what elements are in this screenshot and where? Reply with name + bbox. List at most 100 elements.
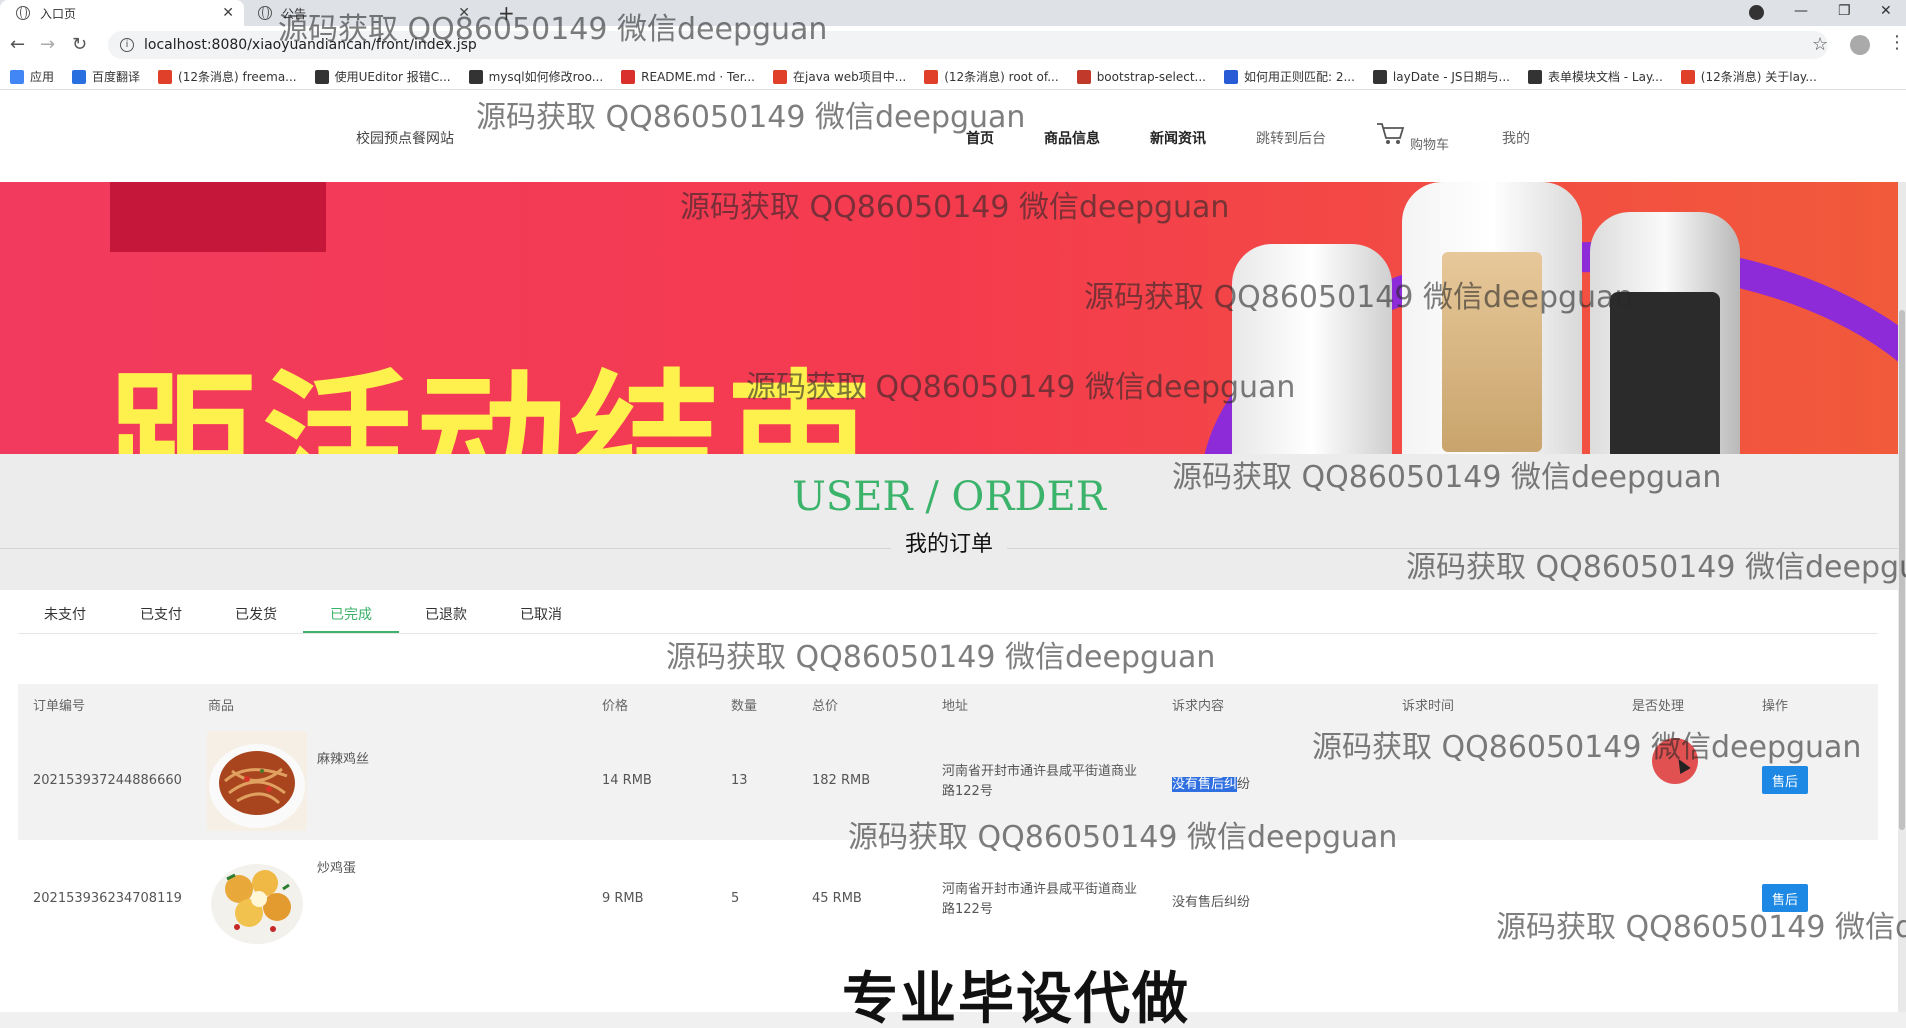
nav-backend[interactable]: 跳转到后台 [1256,128,1326,148]
new-tab-icon[interactable]: + [498,1,515,25]
reload-icon[interactable]: ↻ [72,34,87,55]
bookmark-item[interactable]: (12条消息) root of... [924,68,1059,85]
back-icon[interactable]: ← [10,34,25,55]
address-bar-row: ← → ↻ i localhost:8080/xiaoyuandiancan/f… [0,26,1906,64]
nav-cart[interactable]: 购物车 [1410,134,1449,153]
bookmark-label: (12条消息) root of... [944,70,1059,84]
bookmark-label: 在java web项目中... [793,70,907,84]
section-header: USER / ORDER 我的订单 [0,454,1898,590]
section-title-zh: 我的订单 [0,526,1898,558]
url-input[interactable]: i localhost:8080/xiaoyuandiancan/front/i… [108,31,1828,59]
col-qty: 数量 [731,699,758,714]
nav-news[interactable]: 新闻资讯 [1150,128,1206,148]
bookmark-item[interactable]: 在java web项目中... [773,68,906,85]
bookmark-item[interactable]: (12条消息) 关于lay... [1680,68,1817,85]
nav-mine[interactable]: 我的 [1502,128,1530,148]
banner-ribbon [110,182,326,252]
bookmark-favicon-icon [1076,69,1091,84]
cart-icon[interactable] [1376,122,1406,146]
browser-tab-active[interactable]: 入口页 ✕ [0,0,244,26]
order-no: 202153937244886660 [33,773,182,788]
globe-icon [258,6,272,20]
browser-tab-inactive[interactable]: 公告 ✕ [250,0,480,26]
bookmark-item[interactable]: 应用 [10,68,54,85]
forward-icon[interactable]: → [40,34,55,55]
bookmark-star-icon[interactable]: ☆ [1812,34,1828,55]
bookmark-item[interactable]: README.md · Ter... [621,69,755,84]
after-sales-button[interactable]: 售后 [1762,766,1808,794]
tab-cancelled[interactable]: 已取消 [520,604,562,624]
bookmark-item[interactable]: (12条消息) freema... [158,68,297,85]
tab-completed[interactable]: 已完成 [330,604,372,624]
selected-text: 没有售后纠 [1172,777,1238,792]
tab-paid[interactable]: 已支付 [140,604,182,624]
bookmark-favicon-icon [1680,69,1695,84]
appliance-image [1232,244,1392,454]
bookmark-favicon-icon [773,69,787,84]
table-row: 202153936234708119 炒鸡蛋 9 RMB 5 45 RMB 河南… [18,840,1878,958]
bookmark-item[interactable]: 使用UEditor 报错C... [314,68,451,85]
product-image[interactable] [207,849,307,949]
bookmark-item[interactable]: bootstrap-select... [1076,69,1206,84]
nav-products[interactable]: 商品信息 [1044,128,1100,148]
bookmark-label: (12条消息) 关于lay... [1700,70,1817,84]
appeal-content: 没有售后纠纷 [1172,777,1251,792]
bookmark-favicon-icon [10,69,24,84]
avatar[interactable] [1850,35,1870,55]
bookmark-item[interactable]: layDate - JS日期与... [1372,68,1510,85]
tab-refunded[interactable]: 已退款 [425,604,467,624]
product-image[interactable] [207,731,307,831]
col-product: 商品 [208,699,235,714]
bookmark-favicon-icon [924,69,939,84]
site-header: 校园预点餐网站 首页 商品信息 新闻资讯 跳转到后台 购物车 我的 [0,90,1906,182]
bookmark-label: 应用 [30,70,55,84]
col-appeal-time: 诉求时间 [1402,699,1455,714]
scrollbar-thumb[interactable] [1899,310,1905,830]
tab-unpaid[interactable]: 未支付 [44,604,86,624]
more-menu-icon[interactable]: ⋮ [1888,32,1906,53]
total: 45 RMB [812,891,862,906]
close-tab-icon[interactable]: ✕ [458,5,470,21]
promo-banner[interactable]: 距活动结束 [0,182,1898,454]
bookmark-item[interactable]: 百度翻译 [72,68,140,85]
bookmark-item[interactable]: mysql如何修改roo... [468,68,604,85]
site-logo-text[interactable]: 校园预点餐网站 [356,128,454,148]
restore-icon[interactable]: ❐ [1838,3,1851,19]
after-sales-button[interactable]: 售后 [1762,884,1808,912]
bookmark-label: bootstrap-select... [1096,69,1206,84]
close-window-icon[interactable]: ✕ [1880,3,1892,19]
col-action: 操作 [1762,699,1789,714]
bookmark-favicon-icon [468,69,483,84]
close-tab-icon[interactable]: ✕ [222,5,234,21]
col-address: 地址 [942,699,969,714]
promo-overlay-text: 专业毕设代做 [842,967,1190,1028]
minimize-icon[interactable]: — [1794,3,1808,19]
watermark-text: 源码获取 QQ86050149 微信deepguan [666,640,1216,675]
bookmark-label: 百度翻译 [92,70,141,84]
tab-title: 公告 [282,6,307,21]
bookmark-label: 表单模块文档 - Lay... [1547,70,1663,84]
bookmark-item[interactable]: 表单模块文档 - Lay... [1527,68,1663,85]
nav-home[interactable]: 首页 [966,128,994,148]
bookmark-favicon-icon [314,69,329,84]
bookmark-label: README.md · Ter... [641,69,755,84]
appeal-content: 没有售后纠纷 [1172,895,1251,910]
product-name[interactable]: 麻辣鸡丝 [317,748,369,767]
bookmark-label: mysql如何修改roo... [488,70,604,84]
tab-title: 入口页 [40,6,77,21]
order-no: 202153936234708119 [33,891,182,906]
appliance-image [1402,182,1582,454]
total: 182 RMB [812,773,871,788]
tab-shipped[interactable]: 已发货 [235,604,277,624]
quantity: 5 [731,891,740,906]
profile-menu-icon[interactable] [1749,5,1764,20]
product-name[interactable]: 炒鸡蛋 [317,857,356,876]
bookmarks-bar: 应用 百度翻译 (12条消息) freema... 使用UEditor 报错C... m… [0,64,1906,90]
info-icon[interactable]: i [120,38,134,52]
bookmark-favicon-icon [1372,69,1387,84]
quantity: 13 [731,773,748,788]
col-total: 总价 [812,699,839,714]
url-text: localhost:8080/xiaoyuandiancan/front/ind… [144,37,477,53]
bookmark-item[interactable]: 如何用正则匹配: 2... [1223,68,1355,85]
col-handled: 是否处理 [1632,699,1685,714]
